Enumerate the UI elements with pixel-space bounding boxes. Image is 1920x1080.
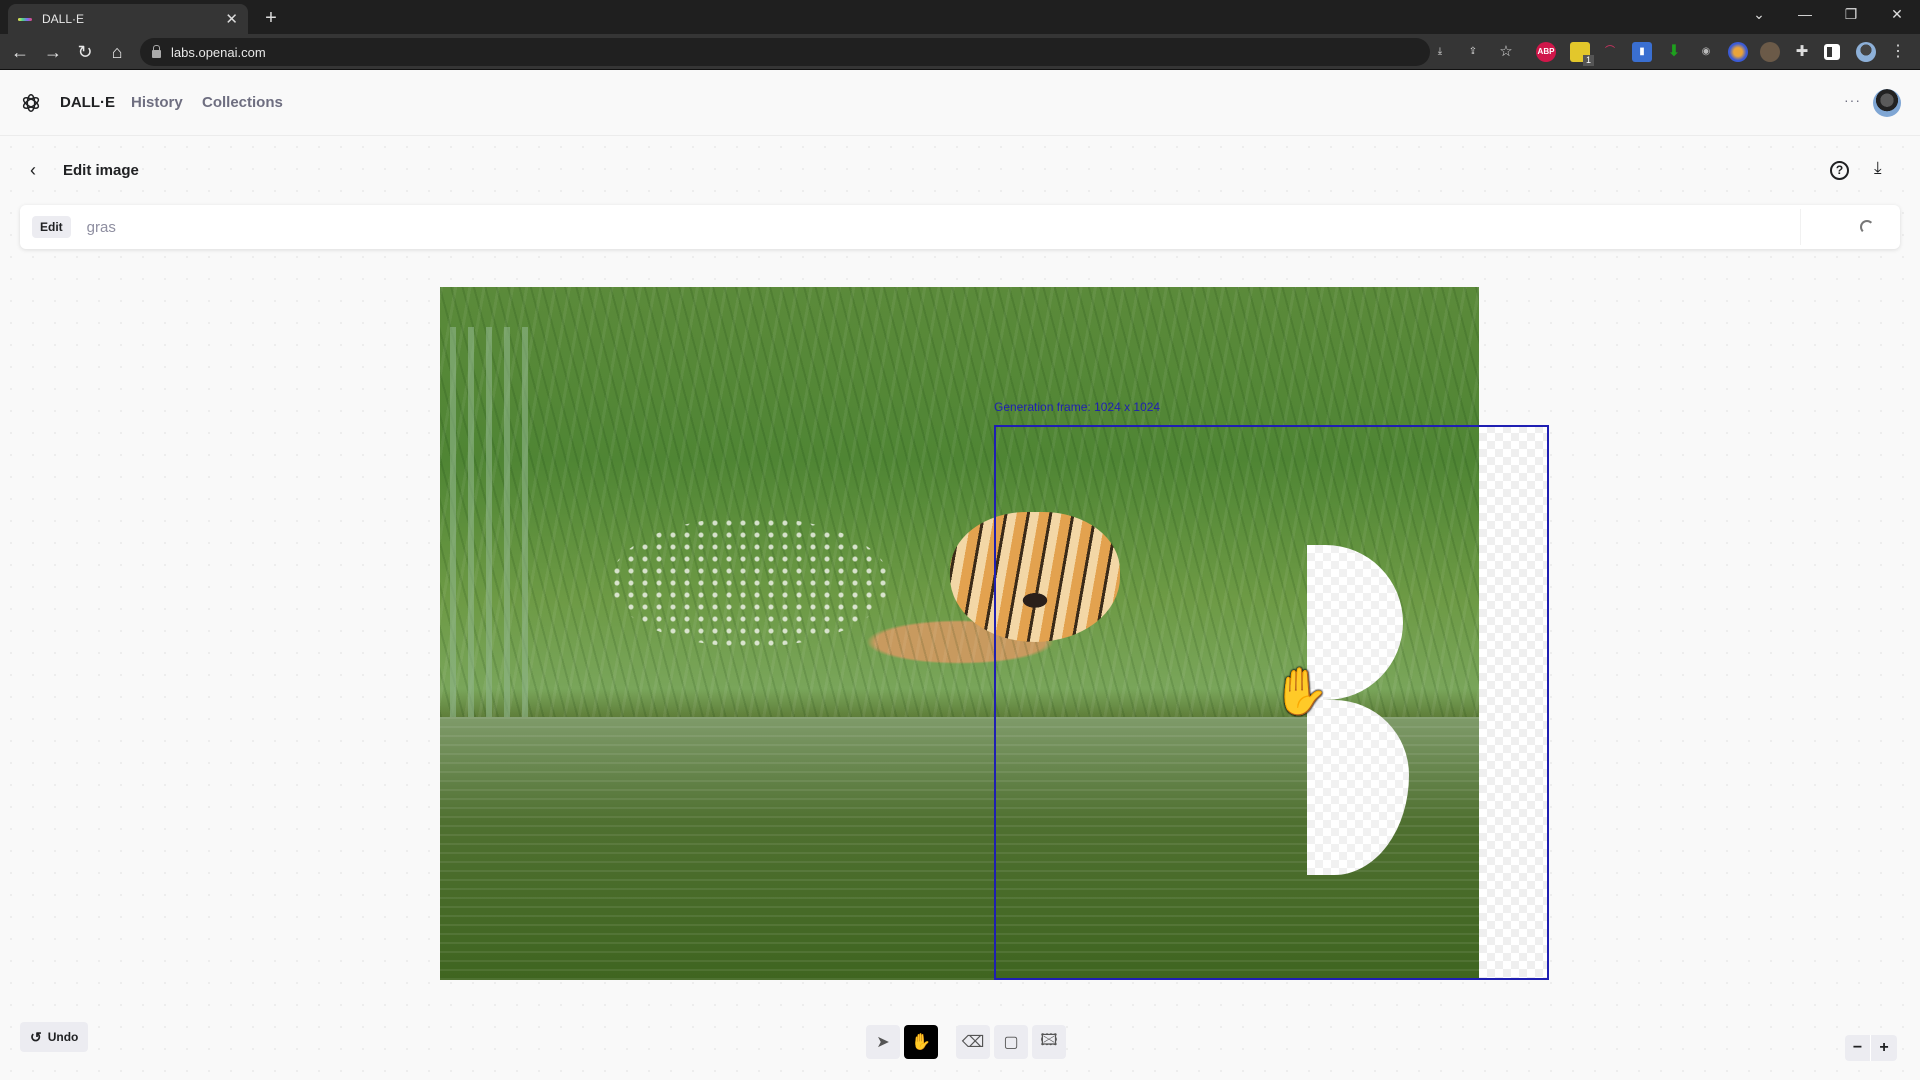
zoom-controls: − + (1845, 1035, 1897, 1061)
hand-icon: ✋ (911, 1034, 931, 1051)
prompt-bar: Edit (20, 205, 1900, 249)
download-extension-icon[interactable]: ⬇ (1664, 42, 1684, 62)
extension-badge: 1 (1583, 55, 1594, 66)
share-icon[interactable]: ⇪ (1463, 42, 1483, 62)
edit-mode-badge: Edit (32, 216, 71, 238)
help-icon[interactable]: ? (1830, 161, 1849, 180)
undo-button[interactable]: ↺ Undo (20, 1022, 89, 1052)
select-tool-button[interactable]: ➤ (866, 1025, 900, 1059)
notes-extension-icon[interactable]: 1 (1570, 42, 1594, 66)
camera-extension-icon[interactable]: ◉ (1696, 42, 1716, 62)
pan-tool-button[interactable]: ✋ (904, 1025, 938, 1059)
undo-icon: ↺ (30, 1028, 42, 1045)
cookie-extension-icon[interactable] (1760, 42, 1780, 62)
close-window-button[interactable]: ✕ (1874, 0, 1920, 30)
add-image-icon: 🖾 (1040, 1031, 1058, 1049)
download-icon[interactable]: ⤓ (1874, 158, 1882, 178)
adblock-extension-icon[interactable]: ABP (1536, 42, 1556, 62)
add-frame-button[interactable]: ▢ (994, 1025, 1028, 1059)
browser-tab[interactable]: DALL·E ✕ (8, 4, 248, 34)
white-flowers (610, 517, 890, 647)
loading-spinner-icon (1860, 220, 1874, 234)
eraser-tool-button[interactable]: ⌫ (956, 1025, 990, 1059)
pointer-icon: ➤ (876, 1034, 890, 1051)
back-chevron-icon[interactable]: ‹ (30, 160, 36, 181)
dalle-app: DALL·E History Collections ··· Generatio… (0, 70, 1920, 1080)
eraser-icon: ⌫ (961, 1034, 985, 1051)
add-frame-icon: ▢ (1003, 1034, 1019, 1051)
new-tab-button[interactable]: + (258, 6, 284, 32)
profile-avatar-icon[interactable] (1856, 42, 1876, 62)
minimize-button[interactable]: — (1782, 0, 1828, 30)
install-app-icon[interactable]: ⤓ (1430, 42, 1450, 62)
canvas-toolbar: ➤ ✋ ⌫ ▢ 🖾 (866, 1025, 1066, 1059)
globe-extension-icon[interactable] (1728, 42, 1748, 62)
side-panel-icon[interactable] (1824, 44, 1840, 60)
extensions-puzzle-icon[interactable]: ✚ (1792, 42, 1812, 62)
undo-label: Undo (47, 1030, 79, 1044)
browser-menu-icon[interactable]: ⋮ (1888, 42, 1908, 62)
close-tab-icon[interactable]: ✕ (225, 10, 238, 28)
tag-extension-icon[interactable]: ▮ (1632, 42, 1652, 62)
dalle-favicon-icon (18, 17, 32, 21)
back-icon[interactable]: ← (8, 40, 32, 64)
divider (1800, 209, 1801, 245)
tab-title: DALL·E (42, 12, 85, 26)
lock-icon (152, 45, 161, 58)
tab-search-icon[interactable]: ⌄ (1736, 0, 1782, 30)
hand-cursor-icon: ✋ (1272, 665, 1330, 717)
upload-image-button[interactable]: 🖾 (1032, 1025, 1066, 1059)
rainbow-extension-icon[interactable]: ⌒ (1600, 42, 1620, 62)
zoom-out-button[interactable]: − (1845, 1035, 1871, 1061)
edit-header: ‹ Edit image ? ⤓ (0, 152, 1920, 192)
address-bar[interactable]: labs.openai.com (140, 38, 1430, 66)
prompt-input[interactable] (86, 218, 1787, 236)
reload-icon[interactable]: ↻ (73, 40, 97, 64)
home-icon[interactable]: ⌂ (105, 40, 129, 64)
page-title: Edit image (63, 162, 139, 179)
browser-tab-strip: DALL·E ✕ + ⌄ — ❐ ✕ (0, 0, 1920, 34)
forward-icon[interactable]: → (41, 40, 65, 64)
browser-toolbar: ← → ↻ ⌂ labs.openai.com ⤓ ⇪ ☆ ABP 1 ⌒ ▮ … (0, 34, 1920, 70)
bookmark-star-icon[interactable]: ☆ (1496, 42, 1516, 62)
zoom-in-button[interactable]: + (1871, 1035, 1897, 1061)
generation-frame-label: Generation frame: 1024 x 1024 (994, 400, 1161, 414)
url-text: labs.openai.com (171, 44, 266, 60)
restore-button[interactable]: ❐ (1828, 0, 1874, 30)
